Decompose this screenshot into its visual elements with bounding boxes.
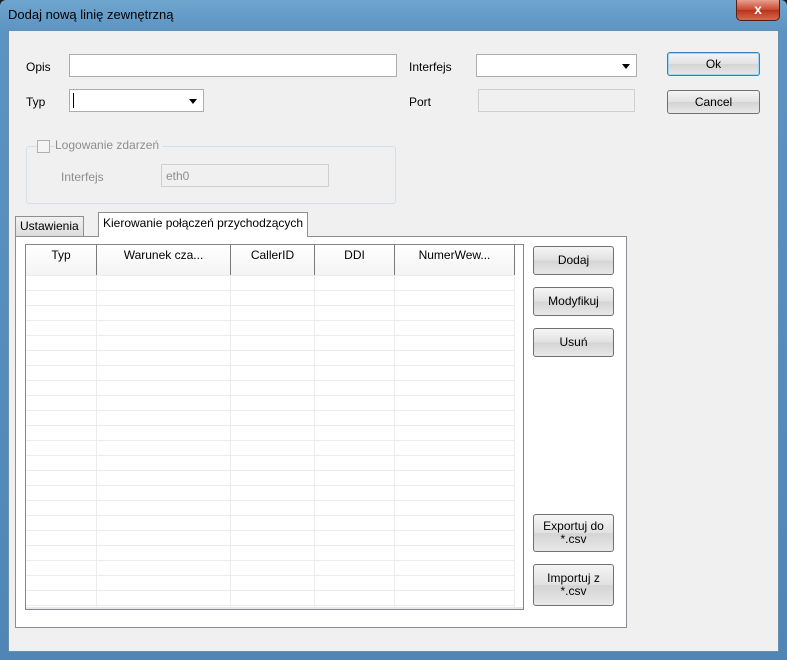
grid-row-line <box>26 440 515 441</box>
grid-column-line <box>96 275 97 609</box>
close-button[interactable]: x <box>736 0 780 21</box>
modify-button[interactable]: Modyfikuj <box>533 287 614 316</box>
logging-checkbox[interactable] <box>37 140 50 153</box>
grid-row-line <box>26 545 515 546</box>
grid-row-line <box>26 500 515 501</box>
logging-interfejs-input[interactable]: eth0 <box>161 164 329 187</box>
grid-row-line <box>26 380 515 381</box>
dialog-window: Dodaj nową linię zewnętrzną x Opis Typ I… <box>0 0 787 660</box>
grid-row-line <box>26 305 515 306</box>
grid-row-line <box>26 530 515 531</box>
tab-kierowanie[interactable]: Kierowanie połączeń przychodzących <box>98 212 309 237</box>
grid-row-line <box>26 275 515 276</box>
port-input[interactable] <box>478 89 635 112</box>
grid-column-line <box>314 275 315 609</box>
cancel-button[interactable]: Cancel <box>667 90 760 114</box>
column-header-typ[interactable]: Typ <box>26 245 97 275</box>
port-label: Port <box>409 95 432 109</box>
text-cursor <box>73 93 74 108</box>
grid-column-line <box>514 275 515 609</box>
add-button[interactable]: Dodaj <box>533 246 614 275</box>
opis-label: Opis <box>26 60 51 74</box>
export-csv-button[interactable]: Exportuj do *.csv <box>533 514 614 552</box>
grid-row-line <box>26 590 515 591</box>
interfejs-select[interactable] <box>476 54 637 77</box>
grid-row-line <box>26 350 515 351</box>
close-icon: x <box>754 1 762 17</box>
logging-checkbox-label: Logowanie zdarzeń <box>55 138 163 152</box>
dialog-client-area: Opis Typ Interfejs Port Ok Cancel Logowa… <box>8 30 779 652</box>
grid-row-line <box>26 365 515 366</box>
column-header-callerid[interactable]: CallerID <box>231 245 315 275</box>
grid-row-line <box>26 395 515 396</box>
grid-row-line <box>26 515 515 516</box>
column-header-warunek[interactable]: Warunek cza... <box>97 245 231 275</box>
grid-column-line <box>394 275 395 609</box>
grid-row-line <box>26 320 515 321</box>
column-header-numerwew[interactable]: NumerWew... <box>395 245 515 275</box>
grid-row-line <box>26 455 515 456</box>
delete-button[interactable]: Usuń <box>533 328 614 357</box>
title-bar[interactable]: Dodaj nową linię zewnętrzną x <box>0 0 787 30</box>
chevron-down-icon <box>189 99 197 104</box>
typ-select[interactable] <box>69 89 204 112</box>
tab-panel: Typ Warunek cza... CallerID DDI NumerWew… <box>15 236 627 628</box>
table-header: Typ Warunek cza... CallerID DDI NumerWew… <box>26 245 515 276</box>
interfejs-label: Interfejs <box>409 60 452 74</box>
grid-column-line <box>230 275 231 609</box>
grid-row-line <box>26 335 515 336</box>
logging-interfejs-label: Interfejs <box>61 170 104 184</box>
routing-table[interactable]: Typ Warunek cza... CallerID DDI NumerWew… <box>25 244 524 610</box>
grid-row-line <box>26 575 515 576</box>
tab-ustawienia[interactable]: Ustawienia <box>15 216 84 236</box>
grid-row-line <box>26 410 515 411</box>
grid-row-line <box>26 485 515 486</box>
grid-row-line <box>26 605 515 606</box>
ok-button[interactable]: Ok <box>667 52 760 76</box>
opis-input[interactable] <box>69 54 397 77</box>
chevron-down-icon <box>622 64 630 69</box>
grid-row-line <box>26 560 515 561</box>
horizontal-scrollbar[interactable] <box>26 607 523 609</box>
import-csv-button[interactable]: Importuj z *.csv <box>533 564 614 606</box>
grid-row-line <box>26 290 515 291</box>
column-header-ddi[interactable]: DDI <box>315 245 395 275</box>
grid-row-line <box>26 470 515 471</box>
typ-label: Typ <box>26 95 46 109</box>
window-title: Dodaj nową linię zewnętrzną <box>8 7 174 22</box>
grid-row-line <box>26 425 515 426</box>
